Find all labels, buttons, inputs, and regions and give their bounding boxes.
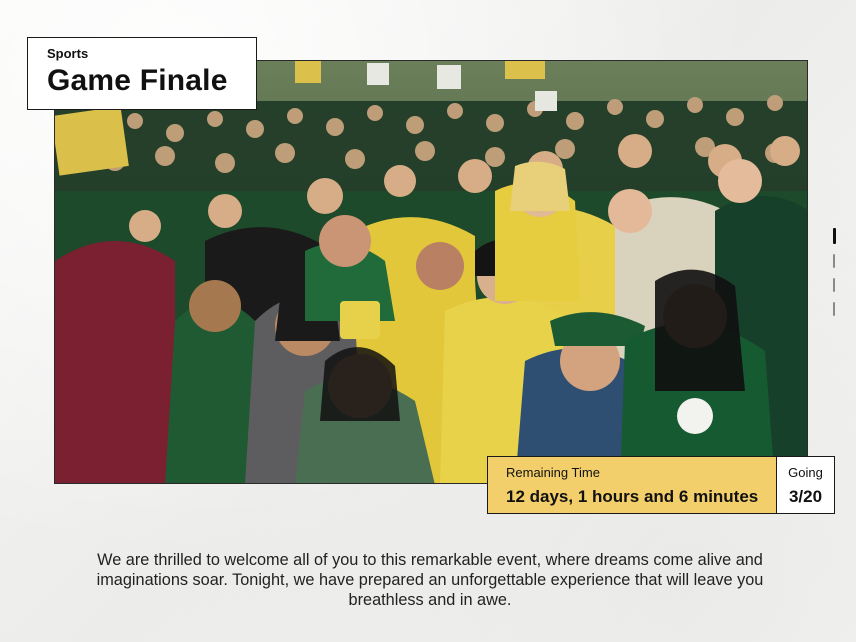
attendance-label: Going xyxy=(788,465,823,480)
pager-dot-1[interactable] xyxy=(832,228,836,244)
countdown-value: 12 days, 1 hours and 6 minutes xyxy=(506,487,759,506)
countdown-card: Remaining Time 12 days, 1 hours and 6 mi… xyxy=(487,456,777,514)
attendance-card: Going 3/20 xyxy=(776,456,835,514)
event-slide: Sports Game Finale Remaining Time 12 day… xyxy=(0,0,856,642)
pager-dot-4[interactable] xyxy=(833,302,835,316)
crowd-photo-illustration xyxy=(55,61,807,483)
event-title: Game Finale xyxy=(47,64,228,97)
countdown-label: Remaining Time xyxy=(506,465,600,480)
attendance-value: 3/20 xyxy=(788,487,823,506)
crowd-photo xyxy=(54,60,808,484)
event-description: We are thrilled to welcome all of you to… xyxy=(96,551,764,609)
slide-pager xyxy=(832,228,836,326)
pager-dot-3[interactable] xyxy=(833,278,835,292)
category-label: Sports xyxy=(47,46,89,61)
pager-dot-2[interactable] xyxy=(833,254,835,268)
event-title-card: Sports Game Finale xyxy=(27,37,257,110)
